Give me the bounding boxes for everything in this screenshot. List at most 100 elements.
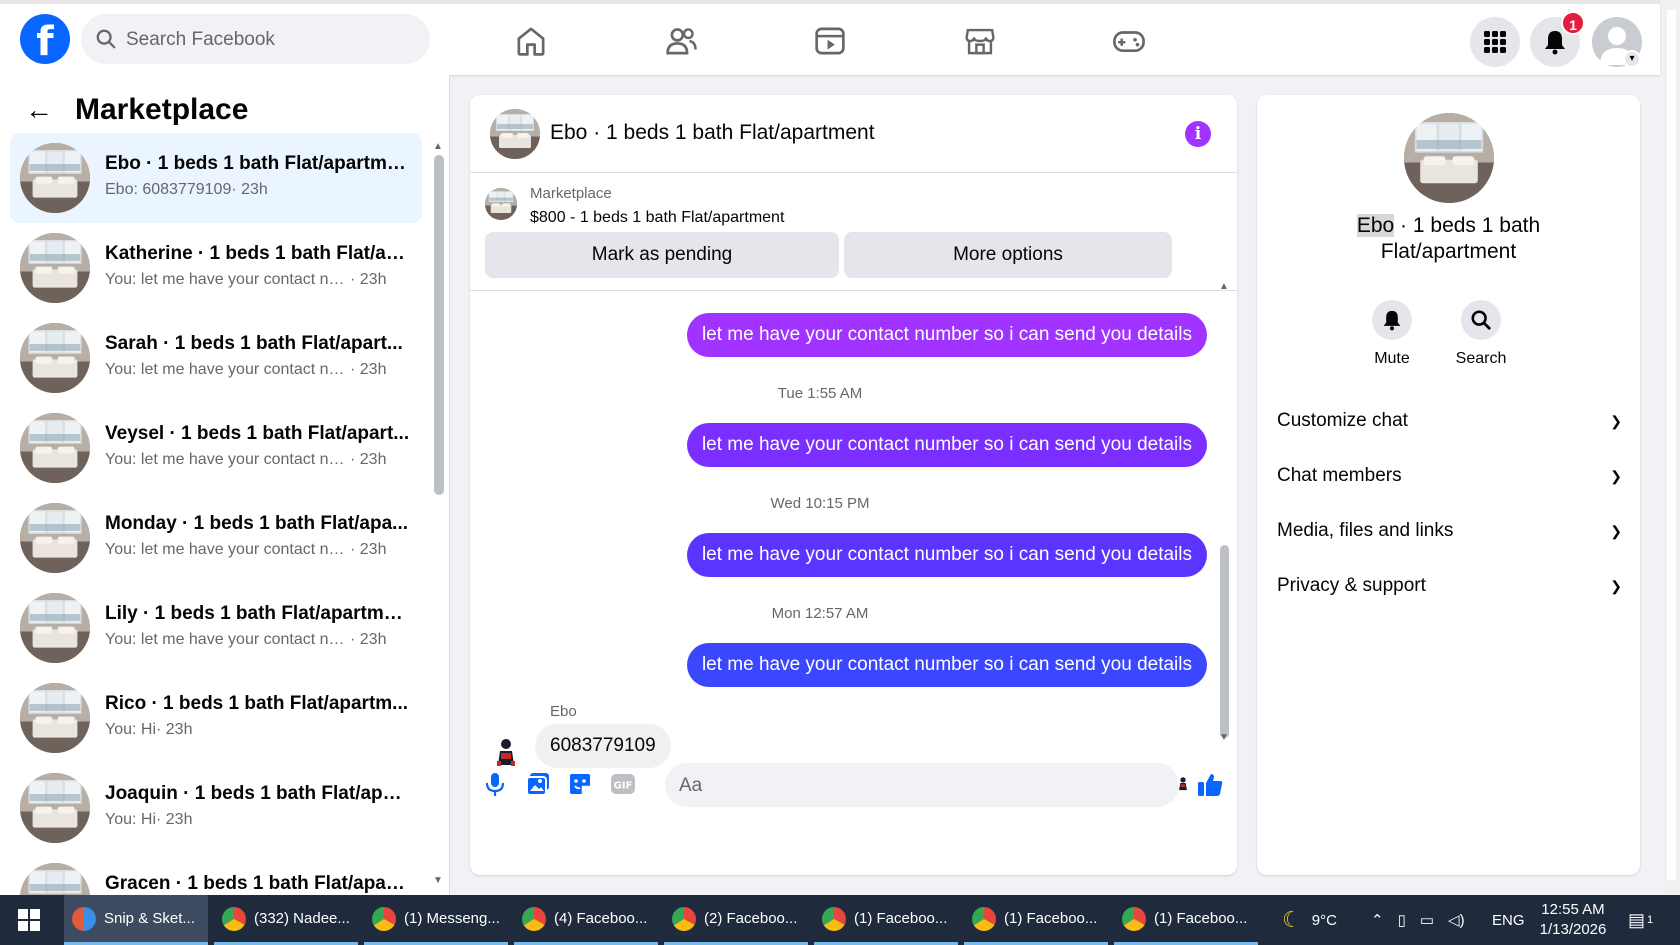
conversation-preview: You: Hi · 23h bbox=[105, 721, 405, 739]
message-placeholder: Aa bbox=[679, 775, 703, 796]
like-icon[interactable] bbox=[1196, 771, 1224, 799]
photo-icon[interactable] bbox=[525, 771, 551, 797]
taskbar-app-button[interactable]: (332) Nadee... bbox=[214, 895, 358, 945]
conversation-item[interactable]: Katherine · 1 beds 1 bath Flat/ap... You:… bbox=[10, 223, 422, 313]
facebook-logo[interactable]: f bbox=[20, 14, 70, 64]
customize-chat-section[interactable]: Customize chat ❯ bbox=[1277, 401, 1622, 441]
taskbar-app-button[interactable]: (1) Faceboo... bbox=[814, 895, 958, 945]
mark-as-pending-button[interactable]: Mark as pending bbox=[485, 232, 839, 278]
microphone-icon[interactable] bbox=[482, 771, 508, 797]
message-timestamp: Tue 1:55 AM bbox=[777, 385, 863, 402]
listing-thumbnail bbox=[20, 323, 90, 393]
marketplace-icon[interactable] bbox=[963, 24, 997, 58]
taskbar-app-button[interactable]: (1) Faceboo... bbox=[964, 895, 1108, 945]
more-options-button[interactable]: More options bbox=[844, 232, 1172, 278]
scroll-down-arrow-icon[interactable]: ▼ bbox=[433, 875, 443, 886]
marketplace-label: Marketplace bbox=[530, 185, 612, 202]
conversation-list: Ebo · 1 beds 1 bath Flat/apartment Ebo: 6… bbox=[10, 133, 422, 895]
menu-grid-button[interactable] bbox=[1470, 17, 1520, 67]
bedroom-photo-icon bbox=[1404, 113, 1494, 203]
network-icon[interactable]: ▭ bbox=[1420, 911, 1434, 929]
listing-thumbnail-small[interactable] bbox=[485, 188, 517, 220]
gaming-icon[interactable] bbox=[1112, 24, 1146, 58]
top-navigation-bar: f Search Facebook 1 ▾ bbox=[0, 0, 1660, 75]
chat-members-section[interactable]: Chat members ❯ bbox=[1277, 456, 1622, 496]
conversation-item[interactable]: Rico · 1 beds 1 bath Flat/apartm... You: … bbox=[10, 673, 422, 763]
taskbar-app-button[interactable]: (1) Faceboo... bbox=[1114, 895, 1258, 945]
search-bar[interactable]: Search Facebook bbox=[81, 14, 430, 64]
system-tray: ⌃ ▯ ▭ ◁) bbox=[1371, 895, 1465, 945]
action-center[interactable]: ▤ 1 bbox=[1628, 895, 1653, 945]
mute-button[interactable]: Mute bbox=[1352, 300, 1432, 368]
conversation-item[interactable]: Gracen · 1 beds 1 bath Flat/apart... bbox=[10, 853, 422, 895]
taskbar-app-button[interactable]: (2) Faceboo... bbox=[664, 895, 808, 945]
scroll-down-arrow-icon[interactable]: ▼ bbox=[1219, 732, 1229, 743]
chevron-down-icon[interactable]: ▾ bbox=[1623, 50, 1641, 68]
chrome-icon bbox=[672, 906, 696, 931]
outgoing-message[interactable]: let me have your contact number so i can… bbox=[686, 643, 1207, 687]
taskbar-app-button[interactable]: Snip & Sket... bbox=[64, 895, 208, 945]
outgoing-message[interactable]: let me have your contact number so i can… bbox=[686, 313, 1207, 357]
search-input[interactable]: Search Facebook bbox=[126, 29, 275, 51]
listing-thumbnail bbox=[20, 143, 90, 213]
media-files-links-section[interactable]: Media, files and links ❯ bbox=[1277, 511, 1622, 551]
home-icon[interactable] bbox=[514, 24, 548, 58]
bedroom-photo-icon bbox=[20, 413, 90, 483]
bedroom-photo-icon bbox=[20, 863, 90, 895]
conversation-item[interactable]: Monday · 1 beds 1 bath Flat/apa... You: l… bbox=[10, 493, 422, 583]
listing-thumbnail bbox=[20, 593, 90, 663]
scroll-up-arrow-icon[interactable]: ▲ bbox=[1219, 281, 1229, 292]
conversation-list-scrollbar[interactable] bbox=[434, 155, 444, 495]
page-scrollbar-thumb[interactable] bbox=[1667, 10, 1676, 880]
action-center-icon: ▤ bbox=[1628, 909, 1646, 930]
friends-icon[interactable] bbox=[664, 24, 698, 58]
conversation-item[interactable]: Joaquin · 1 beds 1 bath Flat/apar... You:… bbox=[10, 763, 422, 853]
taskbar-app-button[interactable]: (1) Messeng... bbox=[364, 895, 508, 945]
last-message-time: · 23h bbox=[156, 811, 193, 828]
search-in-conversation-button[interactable]: Search bbox=[1441, 300, 1521, 368]
listing-thumbnail bbox=[20, 413, 90, 483]
chat-scrollbar[interactable] bbox=[1220, 545, 1229, 738]
sticker-icon[interactable] bbox=[567, 771, 593, 797]
conversation-item[interactable]: Veysel · 1 beds 1 bath Flat/apart... You:… bbox=[10, 403, 422, 493]
message-input[interactable]: Aa bbox=[665, 763, 1179, 807]
taskbar-app-button[interactable]: (4) Faceboo... bbox=[514, 895, 658, 945]
conversation-item[interactable]: Ebo · 1 beds 1 bath Flat/apartment Ebo: 6… bbox=[10, 133, 422, 223]
windows-start-icon[interactable] bbox=[18, 909, 40, 931]
mute-label: Mute bbox=[1374, 350, 1410, 367]
chat-title[interactable]: Ebo · 1 beds 1 bath Flat/apartment bbox=[550, 121, 875, 145]
listing-photo[interactable] bbox=[1404, 113, 1494, 203]
taskbar-clock[interactable]: 12:55 AM 1/13/2026 bbox=[1538, 900, 1608, 940]
video-icon[interactable] bbox=[813, 24, 847, 58]
weather-widget[interactable]: ☾ 9°C bbox=[1282, 895, 1337, 945]
chrome-icon bbox=[522, 906, 546, 931]
listing-price-title[interactable]: $800 - 1 beds 1 bath Flat/apartment bbox=[530, 209, 784, 227]
listing-thumbnail[interactable] bbox=[490, 109, 540, 159]
details-title-rest: · 1 beds 1 bath bbox=[1394, 214, 1541, 237]
taskbar-app-label: (2) Faceboo... bbox=[704, 910, 798, 927]
conversation-item[interactable]: Lily · 1 beds 1 bath Flat/apartment You: … bbox=[10, 583, 422, 673]
outgoing-message[interactable]: let me have your contact number so i can… bbox=[686, 533, 1207, 577]
section-label: Chat members bbox=[1277, 465, 1402, 486]
battery-icon[interactable]: ▯ bbox=[1398, 911, 1406, 929]
conversation-item[interactable]: Sarah · 1 beds 1 bath Flat/apart... You: … bbox=[10, 313, 422, 403]
taskbar-app-label: (1) Faceboo... bbox=[1154, 910, 1248, 927]
volume-icon[interactable]: ◁) bbox=[1448, 911, 1465, 929]
details-title-name: Ebo bbox=[1356, 214, 1395, 237]
conversation-title: Ebo · 1 beds 1 bath Flat/apartment bbox=[105, 153, 410, 174]
chrome-icon bbox=[1122, 906, 1146, 931]
scroll-up-arrow-icon[interactable]: ▲ bbox=[433, 141, 443, 152]
privacy-support-section[interactable]: Privacy & support ❯ bbox=[1277, 566, 1622, 606]
back-arrow-icon[interactable]: ← bbox=[25, 94, 53, 126]
info-icon[interactable]: i bbox=[1185, 121, 1211, 147]
message-composer: GIF Aa bbox=[470, 755, 1237, 815]
svg-text:GIF: GIF bbox=[614, 781, 633, 792]
chevron-up-icon[interactable]: ⌃ bbox=[1371, 911, 1384, 929]
gif-icon[interactable]: GIF bbox=[610, 771, 636, 797]
outgoing-message[interactable]: let me have your contact number so i can… bbox=[686, 423, 1207, 467]
language-indicator[interactable]: ENG bbox=[1492, 895, 1525, 945]
temperature: 9°C bbox=[1311, 911, 1337, 929]
page-scrollbar[interactable] bbox=[1663, 0, 1680, 895]
windows-taskbar: Snip & Sket... (332) Nadee... (1) Messeng.… bbox=[0, 895, 1680, 945]
taskbar-app-label: (4) Faceboo... bbox=[554, 910, 648, 927]
